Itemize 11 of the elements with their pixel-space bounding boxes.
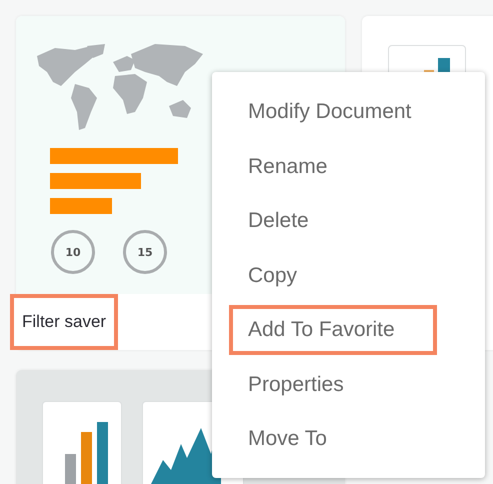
gauge-dial: 10 <box>51 230 95 274</box>
card-title: Filter saver <box>10 294 118 350</box>
menu-item[interactable]: Rename <box>212 140 485 194</box>
menu-item[interactable]: Copy <box>212 248 485 303</box>
menu-item[interactable]: Modify Document <box>212 85 485 140</box>
menu-item[interactable]: Delete <box>212 194 485 248</box>
gauge-dial: 15 <box>123 230 167 274</box>
menu-item[interactable]: Move To <box>212 412 485 466</box>
bar-chart-bar <box>50 198 112 214</box>
menu-item[interactable]: Add To Favorite <box>229 305 437 355</box>
menu-item[interactable]: Properties <box>212 358 485 412</box>
